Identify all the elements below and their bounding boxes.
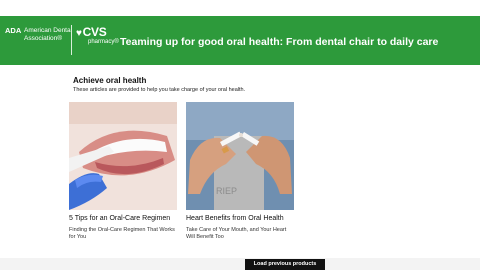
cvs-pharmacy-text: pharmacy® bbox=[88, 39, 119, 45]
article-card-heart[interactable]: RIEP Heart Benefits from Oral Health Tak… bbox=[186, 102, 296, 241]
card-description: Take Care of Your Mouth, and Your Heart … bbox=[186, 227, 287, 240]
bottom-bar bbox=[0, 258, 480, 270]
banner-title: Teaming up for good oral health: From de… bbox=[120, 36, 439, 48]
card-title[interactable]: Heart Benefits from Oral Health bbox=[186, 214, 296, 223]
heart-icon: ♥ bbox=[76, 28, 82, 39]
section-subtitle: These articles are provided to help you … bbox=[73, 87, 246, 93]
partnership-banner: ADA American Dental Association® ♥CVS ph… bbox=[0, 16, 480, 65]
top-strip bbox=[0, 0, 480, 16]
card-title[interactable]: 5 Tips for an Oral-Care Regimen bbox=[69, 214, 179, 223]
flossing-teeth-image[interactable] bbox=[69, 102, 177, 210]
cvs-logo[interactable]: ♥CVS pharmacy® bbox=[76, 26, 119, 45]
ada-mark: ADA bbox=[5, 26, 22, 35]
ada-name: American Dental Association® bbox=[24, 27, 73, 42]
logo-divider bbox=[71, 25, 72, 55]
ada-logo[interactable]: ADA American Dental Association® bbox=[5, 26, 72, 42]
card-description: Finding the Oral-Care Regimen That Works… bbox=[69, 227, 175, 240]
cvs-logo-text: CVS bbox=[82, 25, 107, 39]
svg-text:RIEP: RIEP bbox=[216, 186, 237, 196]
breaking-cigarette-image[interactable]: RIEP bbox=[186, 102, 294, 210]
section-title: Achieve oral health bbox=[73, 76, 147, 85]
article-card-oral-care[interactable]: 5 Tips for an Oral-Care Regimen Finding … bbox=[69, 102, 179, 241]
load-previous-products-button[interactable]: Load previous products bbox=[245, 259, 325, 270]
